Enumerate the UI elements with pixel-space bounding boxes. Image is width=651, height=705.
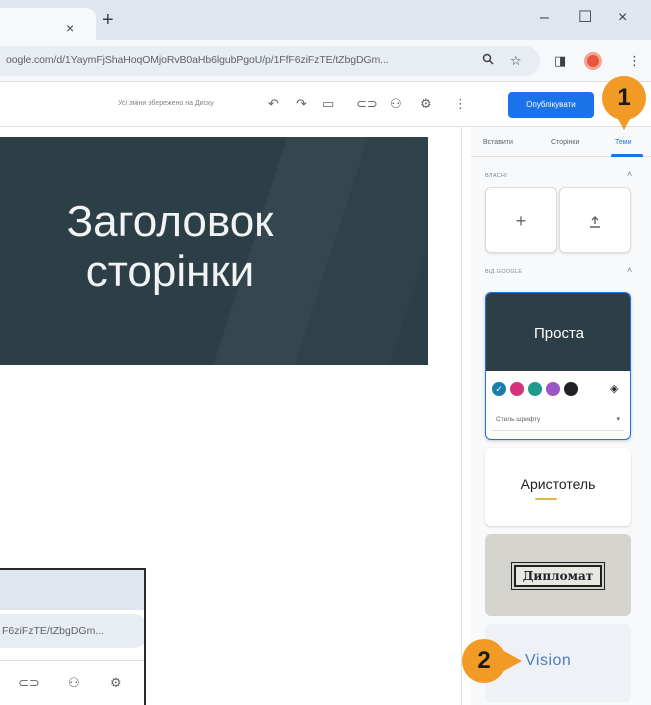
minimize-icon[interactable]: – <box>540 10 549 26</box>
color-swatch[interactable] <box>546 382 560 396</box>
font-style-select[interactable]: Стиль шрифту ▾ <box>492 409 624 431</box>
maximize-icon[interactable]: ☐ <box>578 10 592 26</box>
editor-header: Усі зміни збережено на Диску ↶ ↷ ▭ ⊂⊃ ⚇ … <box>0 83 651 127</box>
theme-card-diplomat[interactable]: Дипломат <box>485 534 631 616</box>
window-close-icon[interactable]: × <box>618 10 627 26</box>
tab-close-icon[interactable]: × <box>66 21 74 35</box>
more-icon[interactable]: ⋮ <box>454 97 467 111</box>
link-icon[interactable]: ⊂⊃ <box>356 97 378 111</box>
page-header-banner[interactable]: Заголовок сторінки <box>0 137 428 365</box>
section-custom-label: ВЛАСНІ <box>485 173 508 179</box>
upload-theme-button[interactable] <box>559 187 631 253</box>
color-swatch[interactable] <box>564 382 578 396</box>
theme-aristotle-name: Аристотель <box>520 476 596 492</box>
search-icon[interactable] <box>482 53 494 69</box>
panel-tabs: Вставити Сторінки Теми <box>471 127 651 157</box>
undo-icon[interactable]: ↶ <box>268 97 279 111</box>
tab-pages[interactable]: Сторінки <box>551 139 579 146</box>
address-bar[interactable]: oogle.com/d/1YaymFjShaHoqOMjoRvB0aHb6lgu… <box>0 46 540 76</box>
dropdown-arrow-icon: ▾ <box>616 416 620 423</box>
chevron-up-icon[interactable]: ˄ <box>627 265 632 275</box>
inset-tabstrip <box>0 570 144 610</box>
theme-vision-name: Vision <box>525 652 572 669</box>
color-swatch-selected[interactable]: ✓ <box>492 382 506 396</box>
publish-button[interactable]: Опублікувати <box>508 92 594 118</box>
paint-bucket-icon[interactable]: ◈ <box>610 382 618 395</box>
tab-insert[interactable]: Вставити <box>483 139 513 146</box>
side-panel: Вставити Сторінки Теми ВЛАСНІ ˄ + ВІД GO… <box>471 127 651 705</box>
color-swatch[interactable] <box>528 382 542 396</box>
settings-icon[interactable]: ⚙ <box>420 97 432 111</box>
page-title-line1: Заголовок <box>66 197 274 246</box>
add-theme-button[interactable]: + <box>485 187 557 253</box>
settings-icon: ⚙ <box>110 675 122 690</box>
tab-themes[interactable]: Теми <box>615 139 632 146</box>
theme-diplomat-name: Дипломат <box>511 562 605 590</box>
active-tab-indicator <box>611 154 643 157</box>
chevron-up-icon[interactable]: ˄ <box>627 169 632 179</box>
theme-aristotle-accent <box>535 498 557 500</box>
browser-menu-icon[interactable]: ⋮ <box>628 54 641 68</box>
zoom-inset: F6ziFzTE/tZbgDGm... ⊂⊃ ⚇ ⚙ <box>0 568 146 705</box>
browser-tab-strip: × + – ☐ × <box>0 0 651 40</box>
profile-avatar[interactable] <box>584 52 602 70</box>
url-text: oogle.com/d/1YaymFjShaHoqOMjoRvB0aHb6lgu… <box>6 54 389 66</box>
redo-icon[interactable]: ↷ <box>296 97 307 111</box>
sidebar-icon[interactable]: ◨ <box>554 54 566 68</box>
inset-toolbar: ⊂⊃ ⚇ ⚙ <box>0 660 144 705</box>
section-google-label: ВІД GOOGLE <box>485 269 523 275</box>
color-swatch[interactable] <box>510 382 524 396</box>
theme-card-simple[interactable]: Проста ✓ ◈ Стиль шрифту ▾ <box>485 292 631 440</box>
callout-badge-1: 1 <box>602 76 646 120</box>
page-title[interactable]: Заголовок сторінки <box>10 197 330 297</box>
theme-simple-preview: Проста <box>486 293 630 371</box>
new-tab-icon[interactable]: + <box>102 10 114 30</box>
browser-toolbar: oogle.com/d/1YaymFjShaHoqOMjoRvB0aHb6lgu… <box>0 40 651 82</box>
share-icon: ⚇ <box>68 675 80 690</box>
theme-card-aristotle[interactable]: Аристотель <box>485 448 631 526</box>
star-icon[interactable]: ☆ <box>510 53 522 69</box>
preview-icon[interactable]: ▭ <box>322 97 334 111</box>
share-icon[interactable]: ⚇ <box>390 97 402 111</box>
link-icon: ⊂⊃ <box>18 675 40 690</box>
save-status: Усі зміни збережено на Диску <box>118 100 214 107</box>
page-title-line2: сторінки <box>85 247 255 296</box>
browser-tab[interactable]: × <box>0 8 96 40</box>
font-style-placeholder: Стиль шрифту <box>496 416 541 423</box>
callout-badge-2: 2 <box>462 639 506 683</box>
inset-url-text: F6ziFzTE/tZbgDGm... <box>0 614 144 648</box>
